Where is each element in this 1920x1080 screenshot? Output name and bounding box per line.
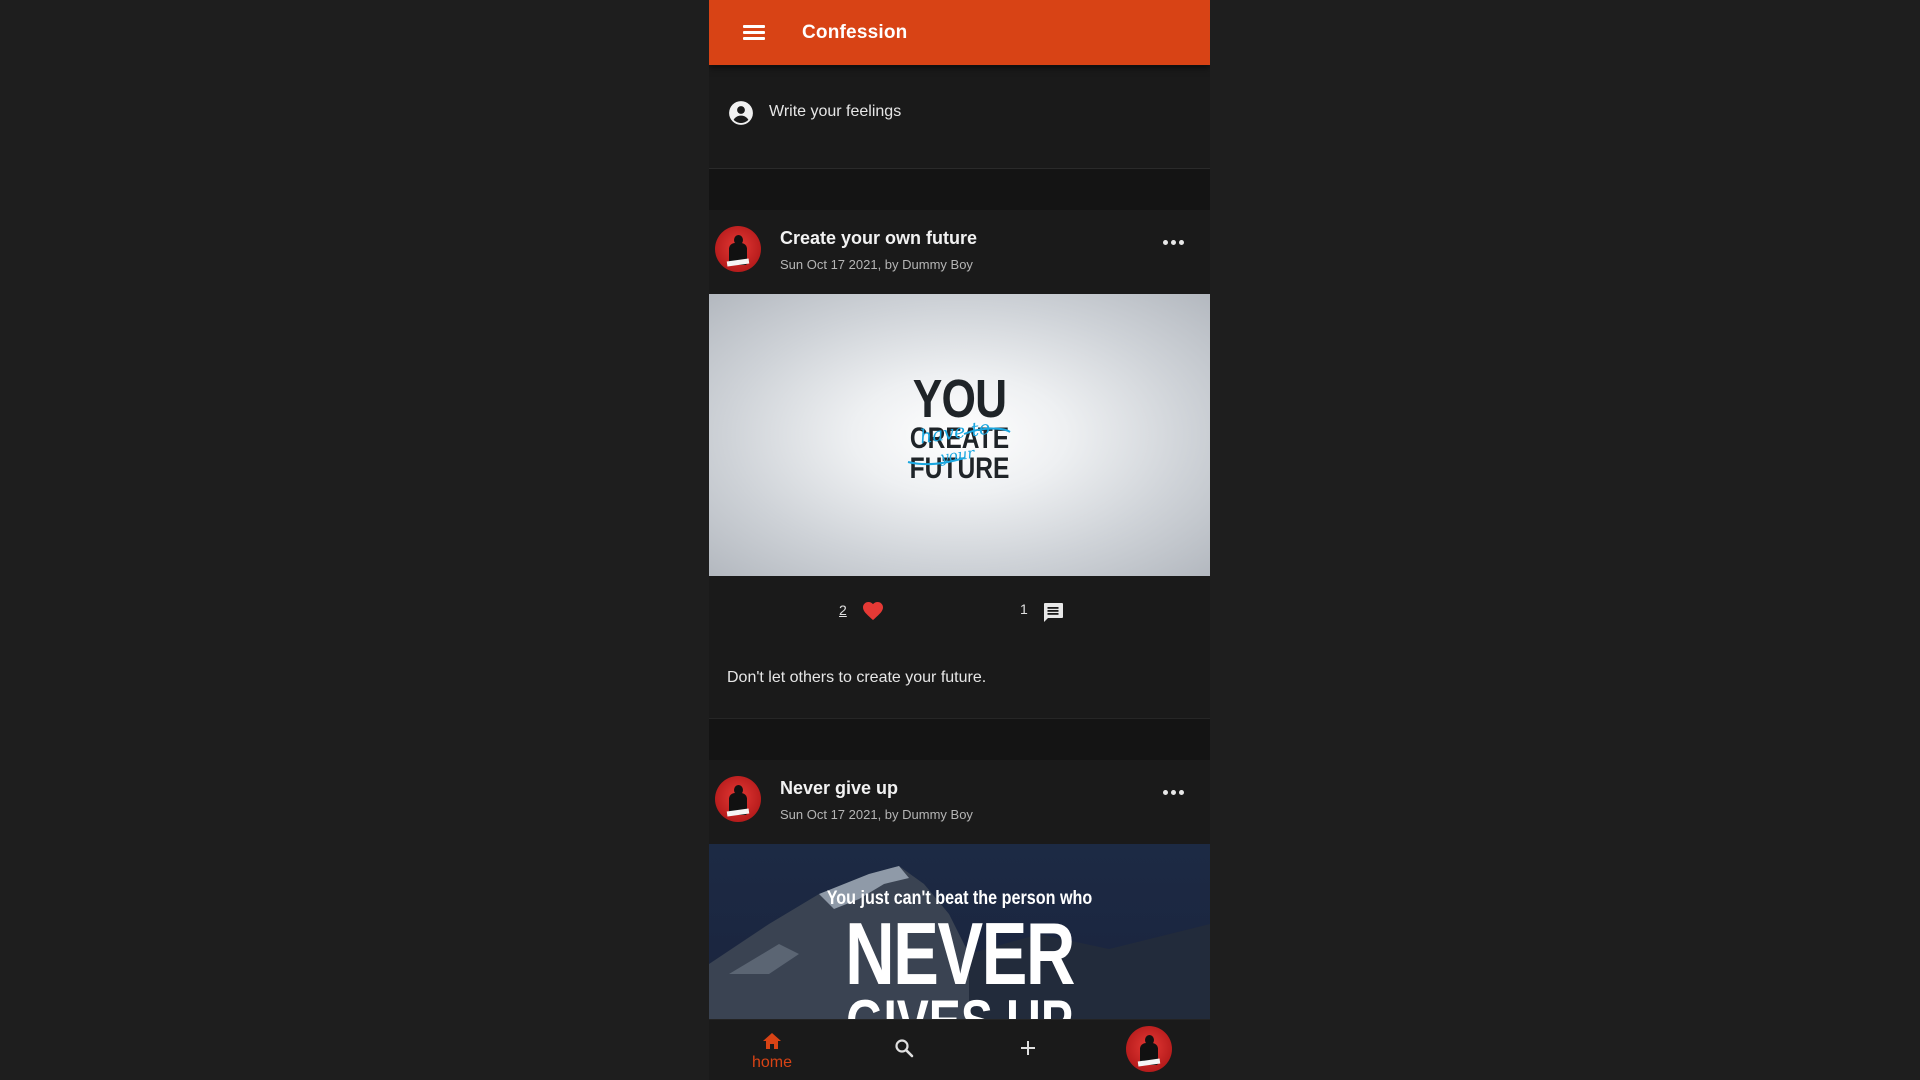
post-card: Never give up Sun Oct 17 2021, by Dummy … (709, 760, 1210, 1024)
post-actions: 2 1 (709, 576, 1210, 646)
script-flourish: have to your (907, 417, 1011, 467)
account-circle-icon (729, 101, 753, 125)
comment-icon[interactable] (1041, 600, 1065, 624)
post-title: Create your own future (780, 228, 978, 248)
comment-count: 1 (1020, 601, 1028, 617)
post-meta: Sun Oct 17 2021, by Dummy Boy (780, 257, 973, 272)
more-options-icon[interactable] (1161, 232, 1187, 252)
post-image: YOU CREATE FUTURE have to your (709, 294, 1210, 576)
post-image: You just can't beat the person who NEVER… (709, 844, 1210, 1024)
post-body: Don't let others to create your future. (727, 669, 987, 686)
heart-icon[interactable] (861, 599, 885, 621)
more-options-icon[interactable] (1161, 782, 1187, 802)
nav-profile[interactable] (1124, 1020, 1174, 1080)
profile-avatar (1126, 1026, 1172, 1072)
app-title: Confession (802, 22, 908, 43)
post-card: Create your own future Sun Oct 17 2021, … (709, 210, 1210, 719)
menu-icon[interactable] (742, 20, 766, 44)
like-count[interactable]: 2 (839, 602, 847, 618)
bottom-navigation: home (709, 1019, 1210, 1080)
search-icon (895, 1039, 914, 1058)
nav-search[interactable] (884, 1020, 924, 1080)
post-meta: Sun Oct 17 2021, by Dummy Boy (780, 807, 973, 822)
nav-home-label: home (751, 1054, 793, 1071)
author-avatar[interactable] (715, 226, 761, 272)
app-screen: Confession Write your feelings Create yo… (709, 0, 1210, 1080)
nav-add[interactable] (1009, 1020, 1049, 1080)
add-icon (1021, 1041, 1035, 1055)
home-icon (763, 1033, 781, 1049)
author-avatar[interactable] (715, 776, 761, 822)
composer-placeholder: Write your feelings (769, 103, 902, 120)
script-text: have to (919, 417, 992, 449)
nav-home[interactable]: home (733, 1020, 811, 1080)
post-title: Never give up (780, 778, 899, 798)
top-app-bar: Confession (709, 0, 1210, 65)
write-feelings-prompt[interactable]: Write your feelings (709, 65, 1210, 169)
